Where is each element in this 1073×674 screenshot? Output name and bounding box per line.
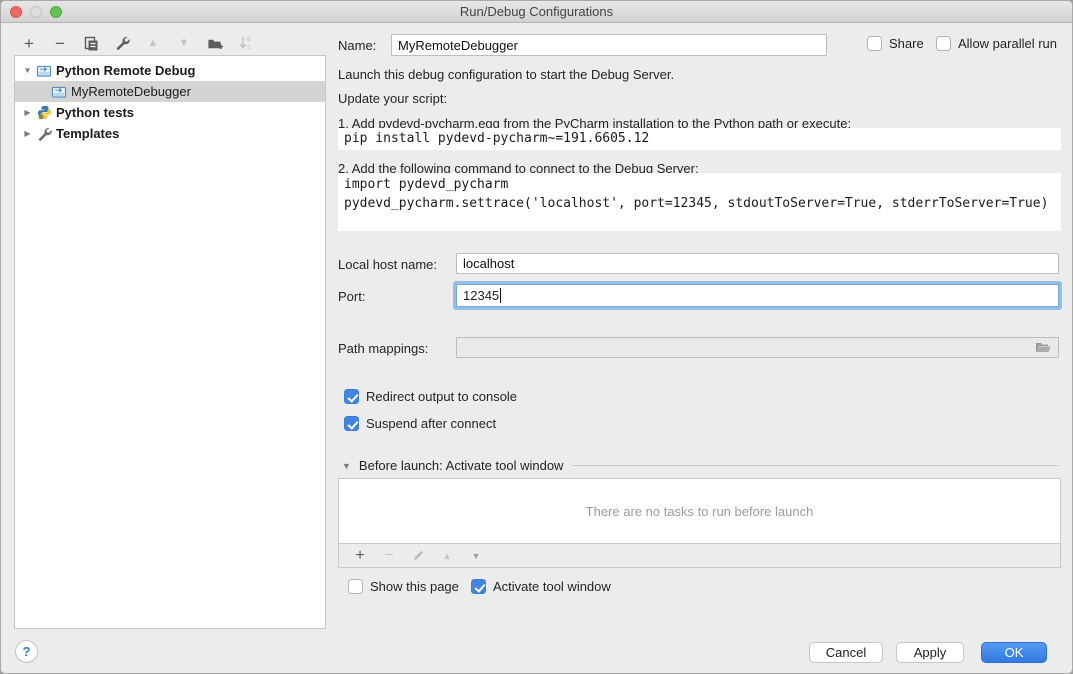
chevron-right-icon[interactable]: ▶ bbox=[22, 129, 33, 138]
activate-tool-window-checkbox-group[interactable]: Activate tool window bbox=[471, 579, 611, 594]
allow-parallel-run-checkbox[interactable] bbox=[936, 36, 951, 51]
svg-text:z: z bbox=[247, 44, 251, 51]
move-down-icon: ▼ bbox=[176, 35, 192, 51]
port-value: 12345 bbox=[463, 288, 499, 303]
before-launch-task-list[interactable]: There are no tasks to run before launch bbox=[338, 478, 1061, 544]
path-mappings-label: Path mappings: bbox=[338, 341, 428, 356]
activate-tool-window-label: Activate tool window bbox=[493, 579, 611, 594]
help-button[interactable]: ? bbox=[15, 640, 38, 663]
show-this-page-label: Show this page bbox=[370, 579, 459, 594]
share-checkbox-group[interactable]: Share bbox=[867, 36, 924, 51]
suspend-after-connect-checkbox-group[interactable]: Suspend after connect bbox=[344, 416, 496, 431]
task-list-toolbar: + − ▲ ▼ bbox=[338, 544, 1061, 568]
allow-parallel-run-label: Allow parallel run bbox=[958, 36, 1057, 51]
move-task-down-icon: ▼ bbox=[468, 548, 484, 564]
chevron-right-icon[interactable]: ▶ bbox=[22, 108, 33, 117]
port-label: Port: bbox=[338, 289, 365, 304]
redirect-output-label: Redirect output to console bbox=[366, 389, 517, 404]
move-task-up-icon: ▲ bbox=[439, 548, 455, 564]
share-label: Share bbox=[889, 36, 924, 51]
apply-button[interactable]: Apply bbox=[896, 642, 964, 663]
tree-item-templates[interactable]: ▶ Templates bbox=[15, 123, 325, 144]
text-caret bbox=[500, 288, 501, 303]
ok-button[interactable]: OK bbox=[981, 642, 1047, 663]
settrace-code[interactable]: import pydevd_pycharm pydevd_pycharm.set… bbox=[338, 173, 1061, 231]
suspend-after-connect-label: Suspend after connect bbox=[366, 416, 496, 431]
before-launch-section-header[interactable]: ▼ Before launch: Activate tool window bbox=[342, 458, 1059, 473]
path-mappings-input[interactable] bbox=[456, 337, 1059, 358]
allow-parallel-checkbox-group[interactable]: Allow parallel run bbox=[936, 36, 1057, 51]
help-question-mark: ? bbox=[23, 644, 31, 659]
sort-alphabetically-icon: az bbox=[238, 35, 254, 51]
local-host-name-input[interactable] bbox=[456, 253, 1059, 274]
section-divider bbox=[572, 465, 1059, 466]
tree-item-label: Python Remote Debug bbox=[56, 63, 195, 78]
add-icon[interactable]: + bbox=[21, 35, 37, 51]
configurations-toolbar: + − ▲ ▼ az bbox=[21, 34, 254, 52]
show-this-page-checkbox[interactable] bbox=[348, 579, 363, 594]
local-host-name-label: Local host name: bbox=[338, 257, 437, 272]
title-bar[interactable]: Run/Debug Configurations bbox=[1, 1, 1072, 23]
remove-icon[interactable]: − bbox=[52, 35, 68, 51]
update-script-text: Update your script: bbox=[338, 91, 447, 106]
name-label: Name: bbox=[338, 38, 376, 53]
edit-defaults-wrench-icon[interactable] bbox=[114, 35, 130, 51]
remote-debug-icon bbox=[36, 63, 52, 79]
tree-item-myremotedebugger[interactable]: MyRemoteDebugger bbox=[15, 81, 325, 102]
cancel-button[interactable]: Cancel bbox=[809, 642, 883, 663]
add-task-icon[interactable]: + bbox=[352, 548, 368, 564]
name-input[interactable] bbox=[391, 34, 827, 56]
configurations-tree: ▼ Python Remote Debug MyRemoteDebugger ▶… bbox=[14, 55, 326, 629]
close-window-button[interactable] bbox=[10, 6, 22, 18]
tree-item-label: Python tests bbox=[56, 105, 134, 120]
settrace-code-line2: pydevd_pycharm.settrace('localhost', por… bbox=[344, 194, 1055, 213]
svg-text:a: a bbox=[247, 36, 251, 43]
python-icon bbox=[36, 105, 52, 121]
move-up-icon: ▲ bbox=[145, 35, 161, 51]
pip-install-code[interactable]: pip install pydevd-pycharm~=191.6605.12 bbox=[338, 128, 1061, 150]
remote-debug-icon bbox=[51, 84, 67, 100]
chevron-down-icon[interactable]: ▼ bbox=[22, 66, 33, 75]
window-title: Run/Debug Configurations bbox=[460, 4, 613, 19]
show-this-page-checkbox-group[interactable]: Show this page bbox=[348, 579, 459, 594]
tree-item-python-tests[interactable]: ▶ Python tests bbox=[15, 102, 325, 123]
tree-item-python-remote-debug[interactable]: ▼ Python Remote Debug bbox=[15, 60, 325, 81]
activate-tool-window-checkbox[interactable] bbox=[471, 579, 486, 594]
port-input[interactable]: 12345 bbox=[456, 284, 1059, 307]
remove-task-icon: − bbox=[381, 548, 397, 564]
zoom-window-button[interactable] bbox=[50, 6, 62, 18]
open-folder-icon[interactable] bbox=[1035, 341, 1052, 354]
tree-item-label: MyRemoteDebugger bbox=[71, 84, 191, 99]
copy-icon[interactable] bbox=[83, 35, 99, 51]
settrace-code-line1: import pydevd_pycharm bbox=[344, 175, 1055, 194]
minimize-window-button bbox=[30, 6, 42, 18]
chevron-down-icon[interactable]: ▼ bbox=[342, 461, 351, 471]
redirect-output-checkbox[interactable] bbox=[344, 389, 359, 404]
redirect-output-checkbox-group[interactable]: Redirect output to console bbox=[344, 389, 517, 404]
wrench-icon bbox=[36, 126, 52, 142]
new-folder-icon[interactable] bbox=[207, 35, 223, 51]
share-checkbox[interactable] bbox=[867, 36, 882, 51]
configuration-editor: Name: Share Allow parallel run Launch th… bbox=[338, 23, 1061, 623]
edit-task-pencil-icon bbox=[410, 548, 426, 564]
run-debug-configurations-dialog: Run/Debug Configurations + − ▲ ▼ az ▼ Py… bbox=[0, 0, 1073, 674]
tree-item-label: Templates bbox=[56, 126, 119, 141]
suspend-after-connect-checkbox[interactable] bbox=[344, 416, 359, 431]
before-launch-label: Before launch: Activate tool window bbox=[359, 458, 564, 473]
intro-text: Launch this debug configuration to start… bbox=[338, 67, 674, 82]
no-tasks-text: There are no tasks to run before launch bbox=[586, 504, 814, 519]
